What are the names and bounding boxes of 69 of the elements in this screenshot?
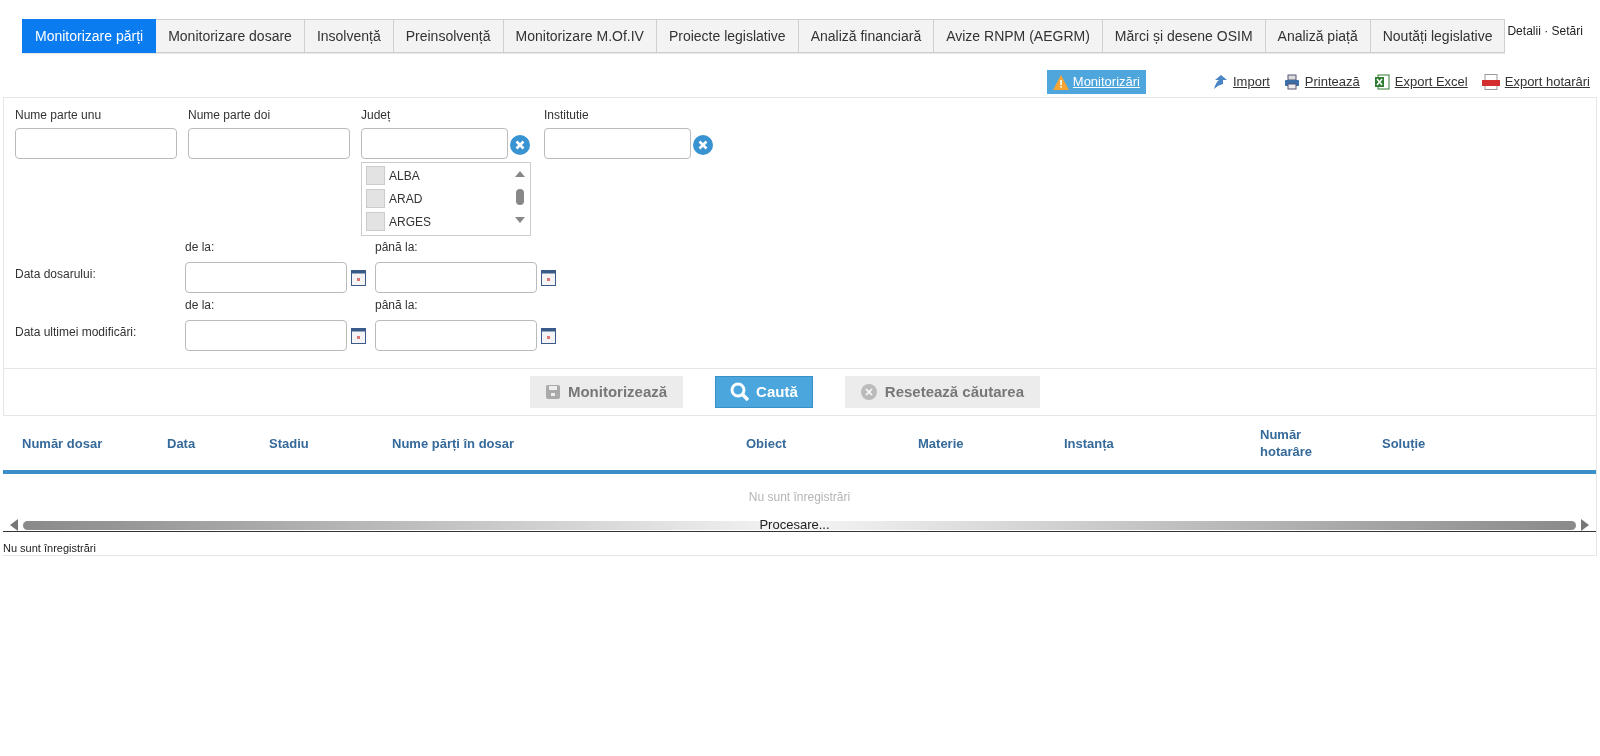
tab[interactable]: Monitorizare dosare [156,19,305,53]
close-icon [860,384,877,400]
tab[interactable]: Preinsolvență [393,19,504,53]
column-header[interactable]: Obiect [727,434,899,452]
date-field[interactable] [375,320,537,351]
toolbar-link[interactable]: Import [1212,72,1270,92]
checkbox[interactable] [366,166,385,185]
tab[interactable]: Monitorizare părți [22,19,157,53]
field-label: de la: [185,297,216,314]
tab[interactable]: Mărci și desene OSIM [1102,19,1266,53]
column-header[interactable]: Număr dosar [3,434,148,452]
field-label: Nume parte doi [188,107,272,124]
column-header[interactable]: Instanța [1045,434,1241,452]
date-field[interactable] [375,262,537,293]
input-field[interactable] [15,128,177,159]
column-header[interactable]: Nume părți în dosar [373,434,727,452]
printer-icon [1283,74,1300,90]
empty-message: Nu sunt înregistrări [747,489,852,506]
scroll-right-icon[interactable] [1580,519,1590,531]
checkbox[interactable] [366,212,385,231]
tab[interactable]: Monitorizare M.Of.IV [503,19,657,53]
column-header[interactable]: Stadiu [250,434,373,452]
spreadsheet-icon [1373,74,1390,90]
input-field[interactable] [544,128,691,159]
field-label: Data ultimei modificări: [15,324,138,341]
input-field[interactable] [361,128,508,159]
record-count: Nu sunt înregistrări [3,532,1596,556]
column-header[interactable]: Număr hotarâre [1241,426,1363,460]
scrollbar-thumb[interactable] [23,520,1576,530]
header-link[interactable]: Detalii · Setări [1505,19,1583,40]
field-label: Institutie [544,107,590,124]
processing-message: Procesare... [759,516,831,534]
calendar-icon[interactable] [541,328,556,344]
scrollbar[interactable] [514,169,526,225]
date-field[interactable] [185,320,347,351]
field-label: de la: [185,239,216,256]
date-field[interactable] [185,262,347,293]
tab[interactable]: Analiză financiară [798,19,935,53]
tab[interactable]: Analiză piață [1265,19,1371,53]
calendar-icon[interactable] [351,270,366,286]
clear-icon[interactable] [510,135,530,155]
toolbar-link[interactable]: Export hotarâri [1481,72,1590,92]
tab[interactable]: Noutăți legislative [1370,19,1506,53]
floppy-icon [545,385,560,399]
column-header[interactable]: Materie [899,434,1045,452]
scroll-left-icon[interactable] [9,519,19,531]
warning-icon [1052,74,1069,90]
list-option[interactable]: ARGES [366,212,530,231]
clear-icon[interactable] [693,135,713,155]
tab[interactable]: Proiecte legislative [656,19,799,53]
input-field[interactable] [188,128,350,159]
checkbox[interactable] [366,189,385,208]
list-option[interactable]: ARAD [366,189,530,208]
toolbar-link[interactable]: Export Excel [1373,72,1468,92]
field-label: până la: [375,297,419,314]
calendar-icon[interactable] [351,328,366,344]
column-header[interactable]: Data [148,434,250,452]
field-label: Județ [361,107,392,124]
field-label: până la: [375,239,419,256]
search-icon [730,382,751,402]
list-option[interactable]: ALBA [366,166,530,185]
tab[interactable]: Avize RNPM (AEGRM) [934,19,1103,53]
arrow-icon [1212,74,1228,90]
calendar-icon[interactable] [541,270,556,286]
tab[interactable]: Insolvență [304,19,394,53]
column-header[interactable]: Soluție [1363,434,1513,452]
field-label: Data dosarului: [15,266,97,283]
field-label: Nume parte unu [15,107,103,124]
toolbar-link[interactable]: Printează [1283,72,1360,92]
